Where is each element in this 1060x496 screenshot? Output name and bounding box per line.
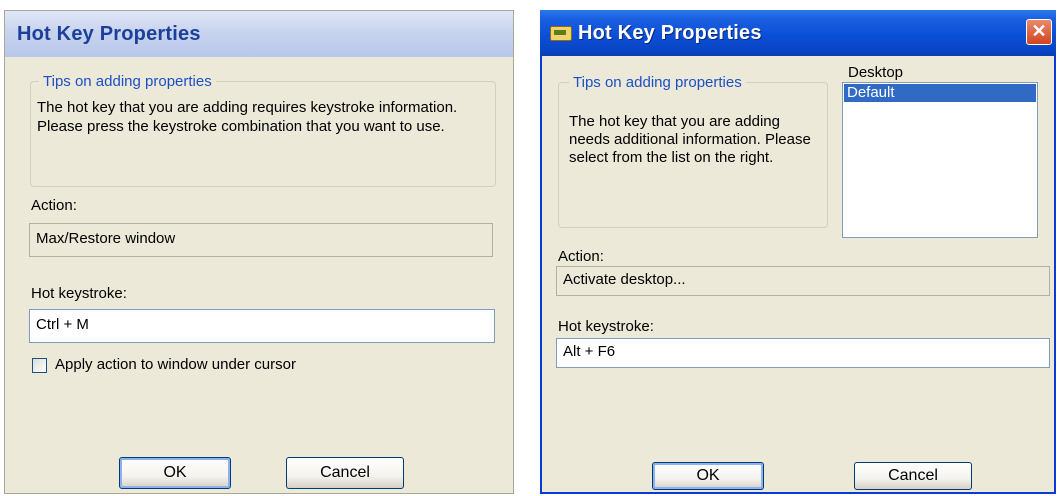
left-apply-checkbox-label[interactable]: Apply action to window under cursor [55,356,296,374]
right-tips-text: The hot key that you are adding needs ad… [569,113,811,166]
right-desktop-listbox[interactable]: Default [842,82,1038,238]
right-dialog-window: Hot Key Properties ✕ Tips on adding prop… [540,10,1056,494]
right-action-field: Activate desktop... [556,266,1050,296]
right-title-bar[interactable]: Hot Key Properties ✕ [540,10,1056,56]
app-icon [550,25,572,41]
close-icon[interactable]: ✕ [1026,19,1052,45]
right-desktop-label: Desktop [848,64,904,81]
right-ok-button[interactable]: OK [652,462,764,490]
right-tips-groupbox: Tips on adding properties The hot key th… [558,74,828,228]
right-hotkey-label: Hot keystroke: [558,318,654,335]
left-hotkey-label: Hot keystroke: [31,285,127,302]
right-dialog-title: Hot Key Properties [578,21,762,44]
right-cancel-button[interactable]: Cancel [854,462,972,490]
left-cancel-button[interactable]: Cancel [286,457,404,489]
left-ok-button[interactable]: OK [119,457,231,489]
left-dialog-title: Hot Key Properties [17,22,201,45]
left-hotkey-input[interactable]: Ctrl + M [29,309,495,343]
left-tips-legend: Tips on adding properties [39,73,216,90]
left-tips-text: The hot key that you are adding requires… [37,99,458,135]
right-action-label: Action: [558,248,604,265]
left-tips-groupbox: Tips on adding properties The hot key th… [30,73,496,187]
left-dialog-window: Hot Key Properties Tips on adding proper… [4,10,514,494]
left-apply-checkbox[interactable] [32,358,47,373]
left-action-label: Action: [31,197,77,214]
left-action-field: Max/Restore window [29,223,493,257]
right-hotkey-input[interactable]: Alt + F6 [556,338,1050,368]
left-title-bar[interactable]: Hot Key Properties [5,11,513,57]
right-tips-legend: Tips on adding properties [569,74,746,91]
desktop-list-item-default[interactable]: Default [844,84,1036,102]
